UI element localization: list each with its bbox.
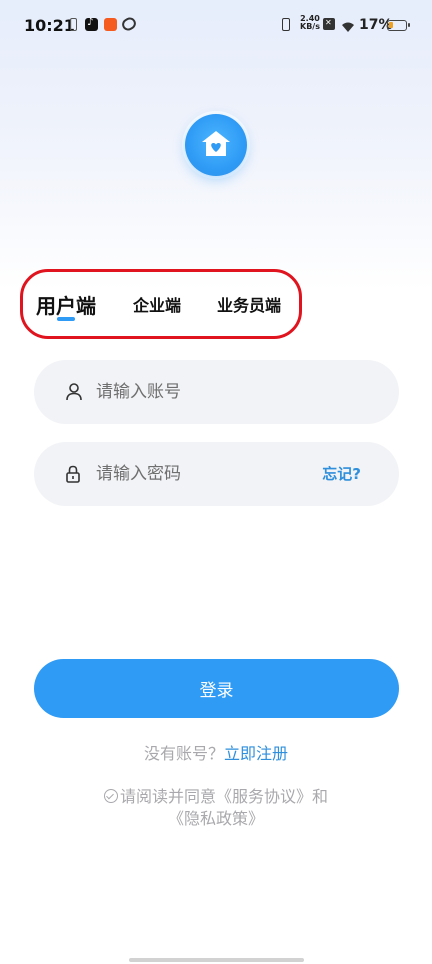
app-notification-icon [104,18,117,31]
agreement-prefix: 请阅读并同意 [119,787,216,806]
forgot-password-link[interactable]: 忘记? [322,463,361,484]
wifi-icon [341,18,355,32]
tab-company[interactable]: 企业端 [133,292,181,316]
service-agreement-link[interactable]: 《服务协议》 [216,787,312,806]
agreement-text: 请阅读并同意《服务协议》和《隐私政策》 [0,786,432,830]
tiktok-notification-icon [85,17,98,31]
agreement-conjunction: 和 [312,787,329,806]
sync-notification-icon [119,15,139,33]
tab-salesperson[interactable]: 业务员端 [217,292,281,316]
account-input[interactable] [96,360,326,424]
sim-disabled-icon [323,18,335,30]
password-input[interactable] [96,442,326,506]
privacy-policy-link[interactable]: 《隐私政策》 [168,809,264,828]
tab-active-indicator [57,317,75,321]
status-bar: 10:21 2.40 KB/s 17% [0,0,432,52]
register-link[interactable]: 立即注册 [224,744,288,763]
network-speed: 2.40 KB/s [300,15,320,31]
home-indicator[interactable] [129,958,304,962]
user-icon [66,383,82,401]
password-field[interactable]: 忘记? [34,442,399,506]
battery-icon [387,20,410,31]
house-heart-icon [202,131,230,156]
agreement-checkbox[interactable] [103,789,118,803]
app-logo [185,114,247,176]
vibrate-icon [282,18,290,31]
status-time: 10:21 [24,16,75,35]
register-prompt: 没有账号？ [143,744,224,763]
tab-user[interactable]: 用户端 [36,290,96,319]
network-speed-unit: KB/s [300,22,320,31]
battery-saver-icon [70,18,77,31]
account-field[interactable] [34,360,399,424]
lock-icon [66,465,80,483]
register-line: 没有账号？立即注册 [0,740,432,764]
login-button[interactable]: 登录 [34,659,399,718]
